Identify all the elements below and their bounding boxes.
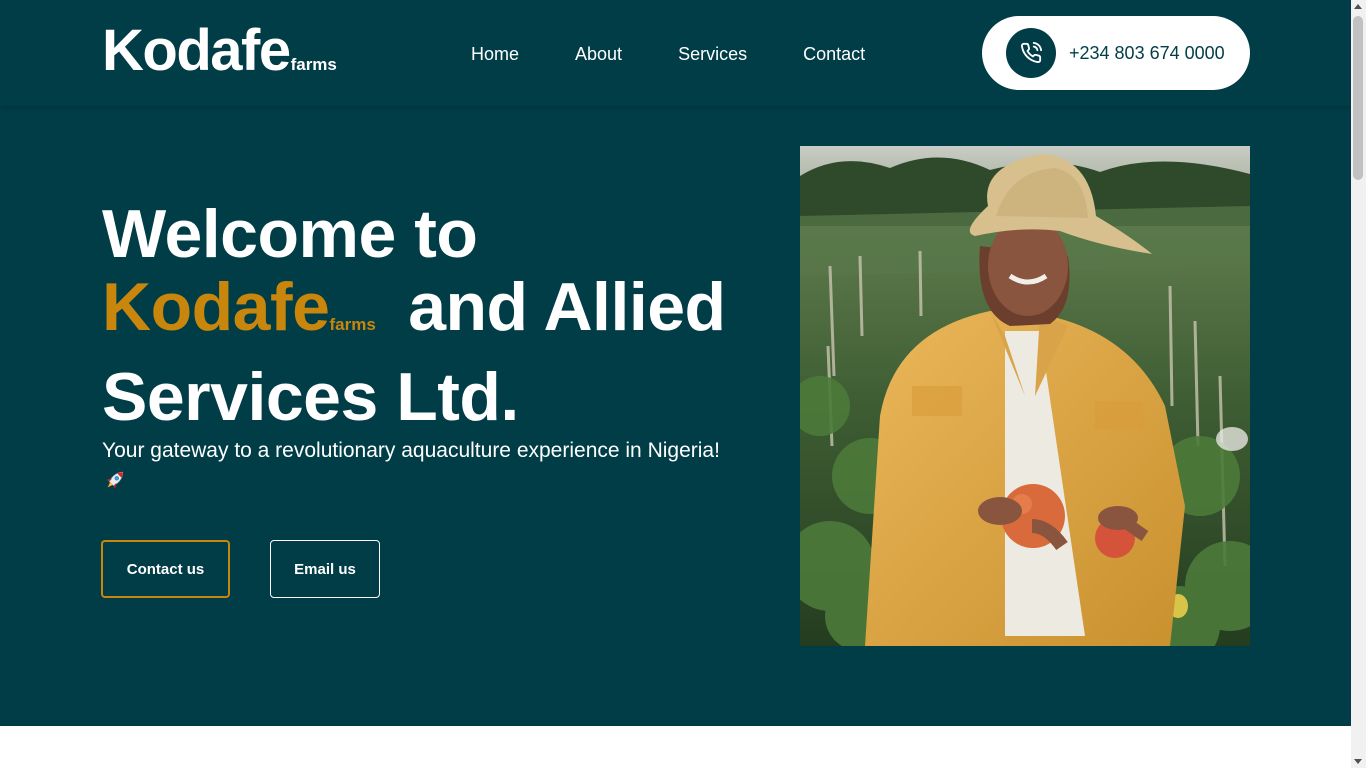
phone-number: +234 803 674 0000 <box>1069 42 1225 63</box>
hero-subtitle-text: Your gateway to a revolutionary aquacult… <box>102 439 720 462</box>
hero-section: Welcome to Kodafefarms and Allied Servic… <box>0 106 1351 726</box>
hero-subtitle: Your gateway to a revolutionary aquacult… <box>102 436 762 494</box>
hero-title-brand-sub: farms <box>329 315 376 334</box>
nav-contact[interactable]: Contact <box>803 42 865 66</box>
phone-button[interactable]: +234 803 674 0000 <box>982 16 1250 90</box>
vertical-scrollbar[interactable] <box>1351 0 1366 768</box>
farmer-illustration <box>800 146 1250 646</box>
hero-title-line1: Welcome to <box>102 196 478 272</box>
logo-main-text: Kodafe <box>102 18 291 83</box>
contact-us-button[interactable]: Contact us <box>101 540 230 598</box>
nav-about[interactable]: About <box>575 42 622 66</box>
logo-sub-text: farms <box>290 55 337 74</box>
logo[interactable]: Kodafefarms <box>102 22 337 80</box>
nav-home[interactable]: Home <box>471 42 519 66</box>
page: Kodafefarms Home About Services Contact … <box>0 0 1351 768</box>
main-nav: Home About Services Contact <box>471 42 865 66</box>
hero-title: Welcome to Kodafefarms and Allied Servic… <box>102 198 782 434</box>
scroll-down-arrow-icon[interactable] <box>1354 759 1362 764</box>
nav-services[interactable]: Services <box>678 42 747 66</box>
rocket-icon <box>102 467 128 493</box>
phone-icon <box>1006 28 1056 78</box>
scrollbar-thumb[interactable] <box>1353 16 1363 180</box>
site-header: Kodafefarms Home About Services Contact … <box>0 0 1351 106</box>
farmer-photo <box>800 146 1250 646</box>
hero-title-brand: Kodafe <box>102 269 330 345</box>
email-us-button[interactable]: Email us <box>270 540 380 598</box>
scroll-up-arrow-icon[interactable] <box>1354 4 1362 9</box>
